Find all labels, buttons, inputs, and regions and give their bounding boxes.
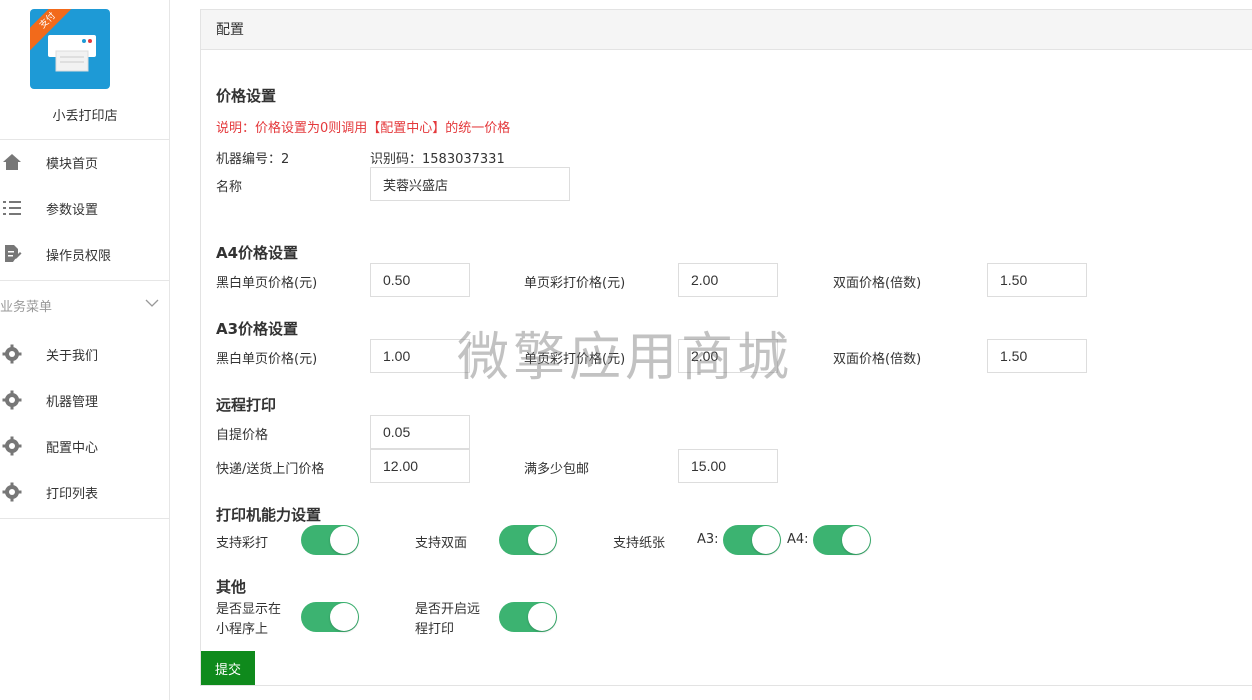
sidebar-item-print-list[interactable]: 打印列表 [0,469,170,515]
show-in-miniapp-label-1: 是否显示在 [216,602,282,617]
toggle-knob [330,526,358,554]
app-logo[interactable]: 支付 [30,9,110,89]
enable-remote-label-1: 是否开启远 [415,602,481,617]
sidebar-item-label: 机器管理 [46,394,99,410]
a3-paper-toggle[interactable] [723,525,781,555]
gear-icon [2,390,22,410]
enable-remote-toggle[interactable] [499,602,557,632]
free-shipping-label: 满多少包邮 [524,462,590,477]
app-name: 小丢打印店 [52,109,118,124]
a4-color-label: 单页彩打价格(元) [524,276,626,291]
sidebar-item-label: 操作员权限 [46,248,112,264]
divider [0,280,170,281]
sidebar-item-config-center[interactable]: 配置中心 [0,423,170,469]
sidebar-item-about[interactable]: 关于我们 [0,331,170,377]
gear-icon [2,482,22,502]
printer-icon [48,35,96,72]
gear-icon [2,436,22,456]
a4-label: A4: [787,532,809,547]
support-paper-label: 支持纸张 [613,536,666,551]
support-duplex-label: 支持双面 [415,536,468,551]
a3-bw-price-input[interactable] [370,339,470,373]
name-label: 名称 [216,180,243,195]
sidebar-item-operator[interactable]: 操作员权限 [0,231,170,277]
section-title-remote: 远程打印 [216,396,277,414]
support-color-toggle[interactable] [301,525,359,555]
section-title-other: 其他 [216,578,247,596]
section-title-a3: A3价格设置 [216,320,299,338]
a3-duplex-input[interactable] [987,339,1087,373]
toggle-knob [752,526,780,554]
sidebar-item-label: 关于我们 [46,348,99,364]
pickup-price-input[interactable] [370,415,470,449]
sidebar: 支付 小丢打印店 模块首页 参数设置 操作员权限 业务菜单 关于我们 机器管理 … [0,0,170,700]
machine-number: 机器编号：2 [216,152,290,167]
a3-duplex-label: 双面价格(倍数) [833,352,922,367]
toggle-knob [330,603,358,631]
name-field[interactable] [370,167,570,201]
toggle-knob [528,603,556,631]
free-shipping-input[interactable] [678,449,778,483]
home-icon [3,154,21,170]
sidebar-item-label: 配置中心 [46,440,99,456]
sidebar-item-machines[interactable]: 机器管理 [0,377,170,423]
a4-bw-price-input[interactable] [370,263,470,297]
sidebar-item-label: 参数设置 [46,202,99,218]
panel-title: 配置 [201,10,1252,50]
sidebar-item-params[interactable]: 参数设置 [0,185,170,231]
sidebar-item-label: 模块首页 [46,156,99,172]
group-title[interactable]: 业务菜单 [0,296,52,315]
a4-duplex-input[interactable] [987,263,1087,297]
section-title-a4: A4价格设置 [216,244,299,262]
document-edit-icon [5,245,22,262]
section-title-capability: 打印机能力设置 [216,506,322,524]
sidebar-item-module-home[interactable]: 模块首页 [0,139,170,185]
toggle-knob [528,526,556,554]
id-code: 识别码：1583037331 [370,152,505,167]
section-title-price: 价格设置 [216,87,277,105]
show-in-miniapp-label-2: 小程序上 [216,622,269,637]
sidebar-item-label: 打印列表 [46,486,99,502]
toggle-knob [842,526,870,554]
submit-button[interactable]: 提交 [201,651,255,685]
delivery-label: 快递/送货上门价格 [216,462,325,477]
price-note: 说明：价格设置为0则调用【配置中心】的统一价格 [216,121,511,136]
a3-color-label: 单页彩打价格(元) [524,352,626,367]
pickup-label: 自提价格 [216,428,269,443]
show-in-miniapp-toggle[interactable] [301,602,359,632]
a4-duplex-label: 双面价格(倍数) [833,276,922,291]
a4-paper-toggle[interactable] [813,525,871,555]
enable-remote-label-2: 程打印 [415,622,455,637]
a4-color-price-input[interactable] [678,263,778,297]
support-duplex-toggle[interactable] [499,525,557,555]
a4-bw-label: 黑白单页价格(元) [216,276,318,291]
a3-bw-label: 黑白单页价格(元) [216,352,318,367]
list-icon [3,201,21,215]
a3-color-price-input[interactable] [678,339,778,373]
support-color-label: 支持彩打 [216,536,269,551]
config-panel: 配置 价格设置 说明：价格设置为0则调用【配置中心】的统一价格 机器编号：2 识… [200,9,1252,686]
divider [0,518,170,519]
a3-label: A3: [697,532,719,547]
gear-icon [2,344,22,364]
delivery-price-input[interactable] [370,449,470,483]
chevron-down-icon[interactable] [145,296,159,310]
